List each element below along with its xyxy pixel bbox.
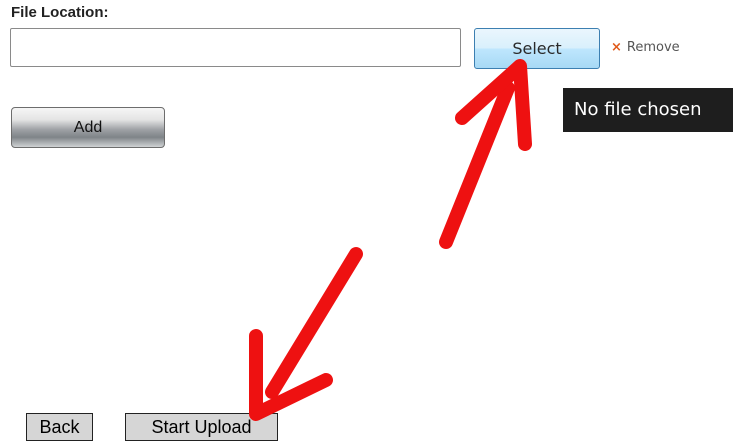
start-upload-button[interactable]: Start Upload <box>125 413 278 441</box>
back-button[interactable]: Back <box>26 413 93 441</box>
add-button[interactable]: Add <box>11 107 165 148</box>
arrow-shaft-upper <box>439 81 515 249</box>
arrow-shaft-lower <box>265 247 363 399</box>
red-arrow-to-start-upload-icon <box>249 247 363 421</box>
no-file-chosen-tooltip: No file chosen <box>563 88 733 132</box>
select-button[interactable]: Select <box>474 28 600 69</box>
arrow-head-upper <box>455 59 532 151</box>
arrow-head-lower <box>249 329 333 421</box>
remove-label: Remove <box>626 40 680 55</box>
remove-icon: × <box>611 40 622 55</box>
file-location-label: File Location: <box>11 4 109 21</box>
red-arrow-to-select-icon <box>439 59 532 249</box>
file-location-input[interactable] <box>10 28 461 67</box>
remove-link[interactable]: × Remove <box>611 39 680 57</box>
